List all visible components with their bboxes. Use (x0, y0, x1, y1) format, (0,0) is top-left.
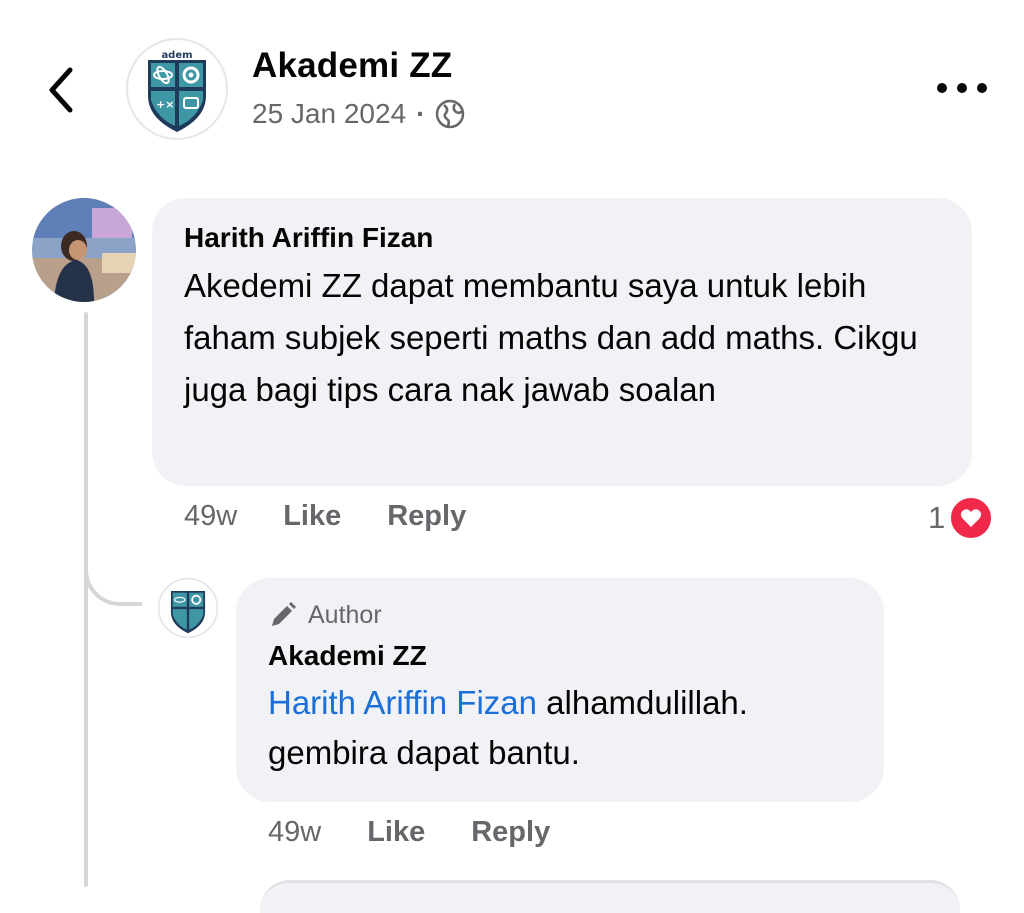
post-date[interactable]: 25 Jan 2024 (252, 98, 406, 130)
globe-icon (436, 99, 465, 129)
author-badge-label: Author (308, 600, 382, 629)
reply-bubble: Author Akademi ZZ Harith Ariffin Fizan a… (236, 578, 884, 802)
pen-icon (272, 602, 296, 626)
comment-bubble: Harith Ariffin Fizan Akedemi ZZ dapat me… (152, 198, 972, 486)
page-logo[interactable]: +× adem (126, 38, 228, 140)
reply-like-button[interactable]: Like (367, 816, 425, 849)
comment-text: Akedemi ZZ dapat membantu saya untuk leb… (184, 267, 918, 408)
reply-time[interactable]: 49w (268, 816, 321, 849)
post-meta: 25 Jan 2024 · (252, 98, 465, 130)
user-avatar[interactable] (32, 198, 136, 302)
page-avatar[interactable] (157, 577, 219, 639)
love-reaction-icon (949, 496, 994, 540)
logo-text: adem (161, 50, 192, 61)
author-badge: Author (268, 600, 852, 630)
comment-author[interactable]: Harith Ariffin Fizan (184, 222, 940, 254)
reply-author[interactable]: Akademi ZZ (268, 640, 852, 672)
mention-link[interactable]: Harith Ariffin Fizan (268, 684, 537, 721)
comment-time[interactable]: 49w (184, 500, 237, 533)
more-options-button[interactable] (934, 76, 990, 100)
reply-button[interactable]: Reply (387, 500, 466, 533)
chevron-left-icon (49, 67, 73, 113)
thread-line (84, 312, 88, 887)
meta-separator: · (416, 98, 426, 129)
like-button[interactable]: Like (283, 500, 341, 533)
more-dots-icon (937, 83, 987, 93)
next-comment-bubble (260, 880, 960, 913)
svg-text:+×: +× (156, 98, 174, 111)
reply-actions: 49w Like Reply (268, 816, 596, 849)
reaction-count: 1 (928, 500, 946, 535)
comment-actions: 49w Like Reply (184, 500, 512, 533)
back-button[interactable] (40, 60, 84, 120)
thread-connector (84, 548, 142, 606)
page-name[interactable]: Akademi ZZ (252, 46, 452, 86)
reaction-summary[interactable]: 1 (928, 496, 994, 540)
reply-reply-button[interactable]: Reply (471, 816, 550, 849)
reply-text: Harith Ariffin Fizan alhamdulillah. gemb… (268, 678, 852, 778)
